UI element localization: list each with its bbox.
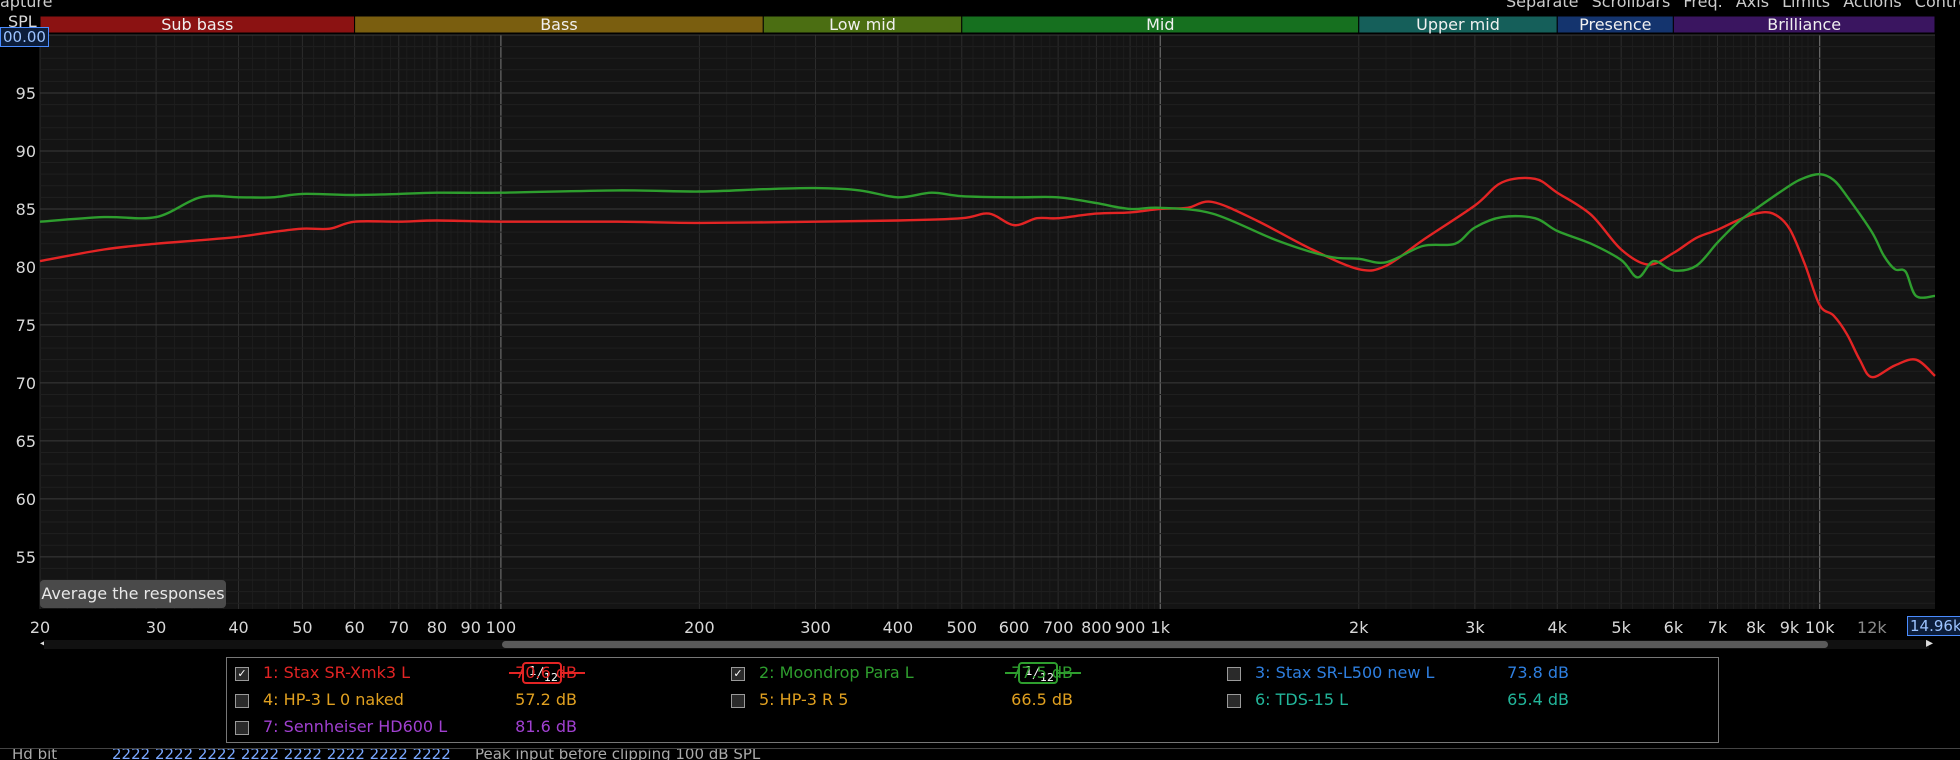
legend-value: 77.5 dB	[1011, 663, 1073, 682]
band-label: Mid	[1146, 15, 1174, 34]
legend-item[interactable]: 7: Sennheiser HD600 L 81.6 dB	[233, 715, 713, 739]
legend-checkbox[interactable]	[731, 694, 745, 708]
x-tick-label: 50	[292, 618, 312, 637]
legend-value: 70.6 dB	[515, 663, 577, 682]
x-tick-label: 2k	[1349, 618, 1369, 637]
legend-label: 4: HP-3 L 0 naked	[263, 690, 404, 709]
x-tick-label: 10k	[1805, 618, 1835, 637]
status-right: Peak input before clipping 100 dB SPL	[475, 748, 761, 760]
legend-label: 3: Stax SR-L500 new L	[1255, 663, 1435, 682]
x-tick-label: 300	[800, 618, 831, 637]
x-tick-label: 7k	[1708, 618, 1728, 637]
x-tick-label: 80	[427, 618, 447, 637]
legend-label: 2: Moondrop Para L	[759, 663, 914, 682]
x-tick-label: 9k	[1780, 618, 1800, 637]
legend-checkbox[interactable]	[235, 721, 249, 735]
x-tick-label: 4k	[1548, 618, 1568, 637]
x-tick-label: 60	[344, 618, 364, 637]
x-tick-label: 200	[684, 618, 715, 637]
x-tick-label: 70	[389, 618, 409, 637]
legend-panel: ✓ 1: Stax SR-Xmk3 L 1 12 70.6 dB ✓ 2: Moondrop…	[226, 657, 1719, 743]
horizontal-scrollbar[interactable]	[44, 640, 1929, 649]
x-tick-label: 8k	[1746, 618, 1766, 637]
x-tick-label: 12k	[1857, 618, 1887, 637]
legend-value: 81.6 dB	[515, 717, 577, 736]
x-max-input[interactable]: 14.96k	[1907, 616, 1960, 636]
band-label: Bass	[540, 15, 577, 34]
legend-item[interactable]: ✓ 2: Moondrop Para L 1 12 77.5 dB	[729, 661, 1209, 685]
average-responses-button[interactable]: Average the responses	[40, 580, 226, 608]
y-tick-label: 60	[16, 490, 36, 509]
x-tick-label: 30	[146, 618, 166, 637]
x-tick-label: 600	[999, 618, 1030, 637]
legend-label: 5: HP-3 R 5	[759, 690, 849, 709]
y-tick-label: 95	[16, 84, 36, 103]
legend-label: 6: TDS-15 L	[1255, 690, 1349, 709]
legend-checkbox[interactable]	[235, 694, 249, 708]
status-left: Hd bit	[12, 748, 58, 760]
y-tick-label: 90	[16, 142, 36, 161]
y-tick-label: 80	[16, 258, 36, 277]
legend-checkbox[interactable]	[1227, 667, 1241, 681]
band-label: Upper mid	[1416, 15, 1500, 34]
x-tick-label: 90	[461, 618, 481, 637]
frequency-band-bar: Sub bass Bass Low mid Mid Upper mid Presence B…	[39, 15, 1936, 34]
x-tick-label: 6k	[1664, 618, 1684, 637]
legend-value: 65.4 dB	[1507, 690, 1569, 709]
x-tick-label: 800	[1081, 618, 1112, 637]
legend-item[interactable]: 5: HP-3 R 5 66.5 dB	[729, 688, 1209, 712]
band-label: Low mid	[829, 15, 896, 34]
x-tick-label: 5k	[1611, 618, 1631, 637]
legend-value: 57.2 dB	[515, 690, 577, 709]
y-tick-label: 70	[16, 374, 36, 393]
x-axis-ticks: 20 30 40 50 60 70 80 90 100 200 300 400 500 600 700 800…	[30, 618, 1888, 637]
y-tick-label: 75	[16, 316, 36, 335]
legend-checkbox[interactable]: ✓	[235, 667, 249, 681]
x-tick-label: 1k	[1151, 618, 1171, 637]
band-label: Brilliance	[1767, 15, 1841, 34]
legend-item[interactable]: 6: TDS-15 L 65.4 dB	[1225, 688, 1705, 712]
status-bar: Hd bit 2222 2222 2222 2222 2222 2222 222…	[0, 748, 1960, 760]
legend-label: 1: Stax SR-Xmk3 L	[263, 663, 411, 682]
x-tick-label: 500	[947, 618, 978, 637]
scrollbar-thumb[interactable]	[502, 641, 1828, 648]
y-tick-label: 55	[16, 548, 36, 567]
y-max-input[interactable]: 00.00	[0, 27, 49, 47]
y-tick-label: 85	[16, 200, 36, 219]
legend-value: 66.5 dB	[1011, 690, 1073, 709]
x-tick-label: 700	[1043, 618, 1074, 637]
legend-checkbox[interactable]: ✓	[731, 667, 745, 681]
band-label: Sub bass	[161, 15, 233, 34]
legend-item[interactable]: ✓ 1: Stax SR-Xmk3 L 1 12 70.6 dB	[233, 661, 713, 685]
legend-value: 73.8 dB	[1507, 663, 1569, 682]
scroll-right-arrow[interactable]: ▸	[1926, 635, 1933, 651]
x-tick-label: 40	[228, 618, 248, 637]
x-tick-label: 3k	[1465, 618, 1485, 637]
legend-checkbox[interactable]	[1227, 694, 1241, 708]
legend-label: 7: Sennheiser HD600 L	[263, 717, 448, 736]
x-tick-label: 400	[883, 618, 914, 637]
y-tick-label: 65	[16, 432, 36, 451]
band-label: Presence	[1579, 15, 1651, 34]
legend-item[interactable]: 3: Stax SR-L500 new L 73.8 dB	[1225, 661, 1705, 685]
x-tick-label: 900	[1115, 618, 1146, 637]
legend-item[interactable]: 4: HP-3 L 0 naked 57.2 dB	[233, 688, 713, 712]
y-axis-ticks: 55 60 65 70 75 80 85 90 95	[16, 84, 36, 567]
status-middle: 2222 2222 2222 2222 2222 2222 2222 2222	[112, 748, 451, 760]
x-tick-label: 100	[486, 618, 517, 637]
